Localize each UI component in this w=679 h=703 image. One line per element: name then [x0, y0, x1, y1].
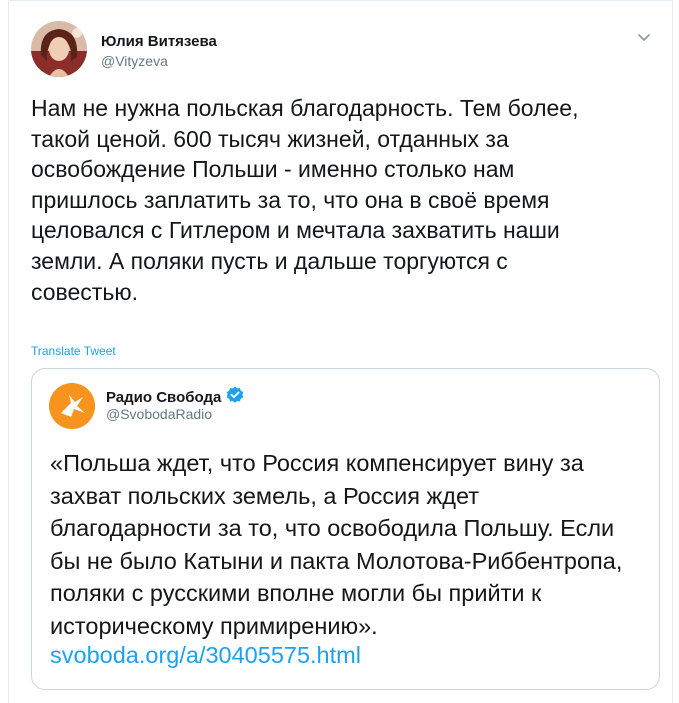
quoted-tweet-link[interactable]: svoboda.org/a/30405575.html [50, 642, 361, 669]
verified-badge-icon [226, 386, 244, 409]
quoted-author-handle[interactable]: @SvobodaRadio [106, 406, 212, 422]
author-handle[interactable]: @Vityzeva [101, 53, 168, 69]
tweet-text: Нам не нужна польская благодарность. Тем… [31, 95, 579, 305]
quoted-tweet[interactable]: Радио Свобода @SvobodaRadio «Польша ждет… [31, 368, 660, 690]
chevron-down-icon[interactable] [636, 29, 652, 45]
radio-svoboda-logo-icon[interactable] [49, 383, 95, 429]
quoted-tweet-text: «Польша ждет, что Россия компенсирует ви… [50, 450, 623, 639]
quoted-author-name[interactable]: Радио Свобода [106, 389, 221, 406]
tweet-card: Юлия Витязева @Vityzeva Нам не нужна пол… [8, 0, 673, 703]
translate-tweet-link[interactable]: Translate Tweet [31, 344, 116, 358]
author-name[interactable]: Юлия Витязева [101, 33, 217, 50]
avatar-photo-icon [31, 21, 87, 77]
author-avatar[interactable] [31, 21, 87, 77]
